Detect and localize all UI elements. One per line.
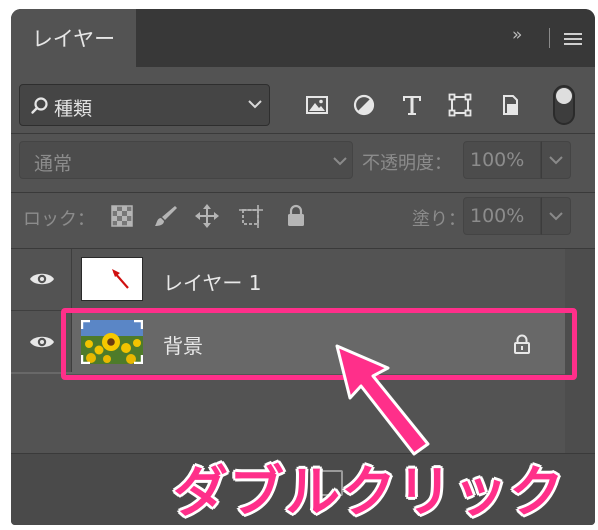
filter-kind-label: 種類 — [54, 98, 93, 120]
visibility-column — [11, 249, 72, 309]
fill-input[interactable]: 100% — [463, 197, 541, 235]
collapse-panel-icon[interactable]: » — [512, 25, 522, 45]
lock-all-icon[interactable] — [284, 204, 308, 228]
blend-mode-label: 通常 — [34, 153, 73, 175]
lock-image-pixels-brush-icon[interactable] — [154, 204, 178, 228]
opacity-input[interactable]: 100% — [463, 141, 541, 179]
filter-kind-dropdown[interactable]: 種類 — [19, 84, 270, 126]
lock-label: ロック： — [23, 209, 95, 230]
layer-row-layer-1[interactable]: レイヤー 1 — [11, 249, 565, 311]
lock-position-move-icon[interactable] — [195, 204, 219, 228]
pixel-layer-filter-icon[interactable] — [305, 93, 329, 117]
chevron-down-icon — [248, 100, 262, 109]
filter-toggle-switch[interactable] — [553, 85, 575, 125]
shape-layer-filter-icon[interactable] — [448, 93, 472, 117]
lock-transparent-pixels-icon[interactable] — [110, 204, 134, 228]
fill-dropdown-button[interactable] — [541, 197, 571, 235]
blend-mode-dropdown[interactable]: 通常 — [19, 141, 353, 179]
tab-layers[interactable]: レイヤー — [11, 9, 136, 67]
panel-tab-bar: レイヤー » — [11, 9, 595, 67]
chevron-down-icon — [333, 157, 347, 166]
lock-artboard-icon[interactable] — [239, 204, 263, 228]
type-layer-filter-icon[interactable] — [400, 93, 424, 117]
search-icon — [31, 97, 48, 114]
red-arrow-thumbnail-icon — [112, 269, 129, 289]
highlight-box — [61, 308, 577, 380]
chevron-down-icon — [549, 156, 563, 165]
layer-name: レイヤー 1 — [163, 271, 262, 295]
callout-text: ダブルクリック — [173, 460, 566, 524]
fill-label: 塗り： — [412, 209, 466, 230]
chevron-down-icon — [549, 212, 563, 221]
divider — [11, 192, 595, 193]
pointer-arrow-icon — [335, 344, 430, 456]
divider — [11, 133, 595, 134]
layer-thumbnail — [81, 257, 143, 301]
opacity-dropdown-button[interactable] — [541, 141, 571, 179]
smart-object-filter-icon[interactable] — [498, 93, 522, 117]
tab-separator — [549, 28, 550, 48]
eye-icon[interactable] — [29, 334, 55, 350]
panel-menu-icon[interactable] — [564, 33, 582, 45]
opacity-label: 不透明度： — [362, 153, 452, 174]
adjustment-layer-filter-icon[interactable] — [352, 93, 376, 117]
eye-icon[interactable] — [29, 271, 55, 287]
